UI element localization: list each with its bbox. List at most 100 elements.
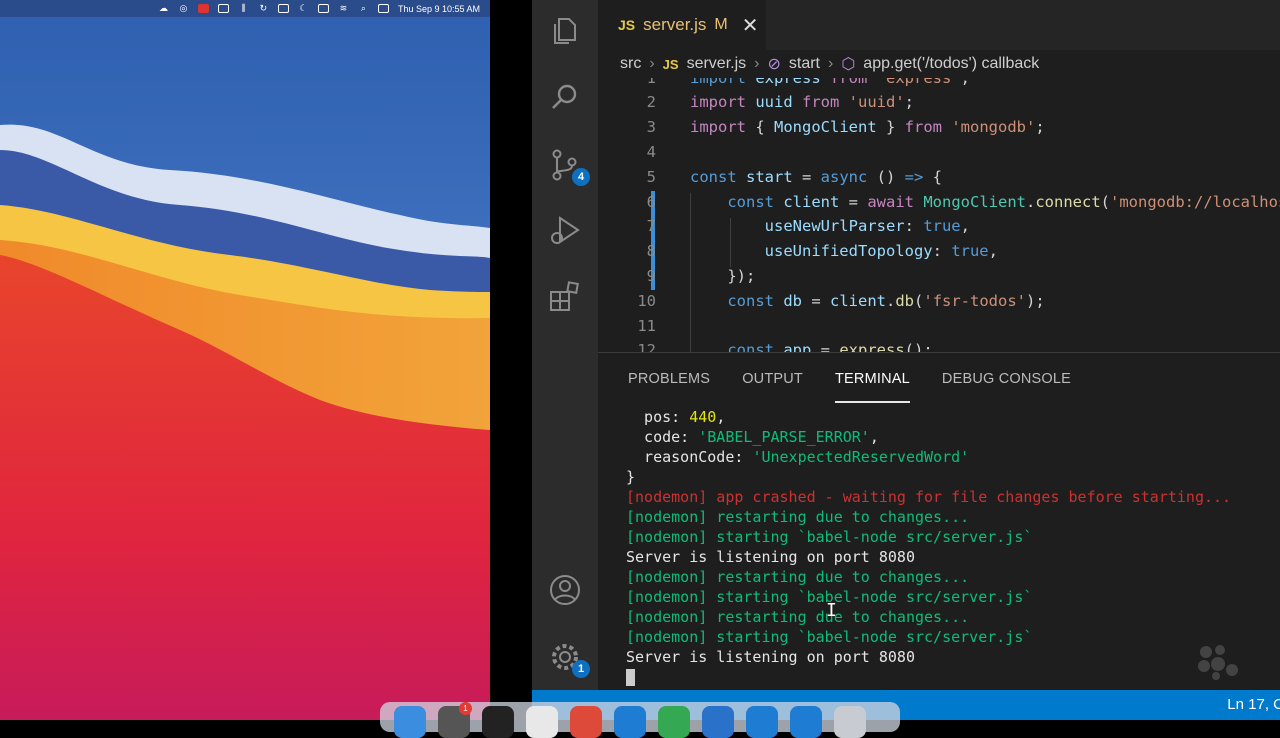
- terminal-prompt-line[interactable]: [626, 667, 1280, 687]
- keyboard-icon[interactable]: [277, 4, 289, 13]
- xcode-icon[interactable]: [702, 706, 734, 738]
- run-debug-icon[interactable]: [548, 214, 582, 248]
- terminal-text: [nodemon] restarting due to changes...: [626, 608, 970, 626]
- record-icon[interactable]: [197, 4, 209, 13]
- tab-output[interactable]: OUTPUT: [742, 367, 803, 403]
- terminal-text: ,: [869, 428, 879, 446]
- code-token: =: [820, 341, 840, 352]
- tab-server-js[interactable]: JS server.js M ✕: [598, 0, 766, 50]
- line-number: 2: [646, 93, 656, 112]
- slack-icon[interactable]: [526, 706, 558, 738]
- code-token: .: [1025, 192, 1036, 211]
- vscode-insiders-icon[interactable]: [746, 706, 778, 738]
- battery-icon[interactable]: [317, 4, 329, 13]
- wifi-icon[interactable]: ≋: [338, 3, 349, 13]
- line-number: 5: [646, 167, 656, 186]
- terminal-line: [nodemon] starting `babel-node src/serve…: [626, 627, 1280, 647]
- audio-icon[interactable]: ⫼: [238, 3, 249, 13]
- cloud-icon[interactable]: ☁: [158, 3, 169, 13]
- breadcrumb-symbol-callback[interactable]: app.get('/todos') callback: [863, 55, 1039, 73]
- moon-icon[interactable]: ☾: [298, 3, 309, 13]
- close-icon[interactable]: ✕: [742, 13, 759, 38]
- terminal-line: [nodemon] app crashed - waiting for file…: [626, 487, 1280, 507]
- code-token: import: [690, 118, 756, 137]
- account-icon[interactable]: [548, 573, 582, 607]
- code-token: {: [932, 167, 943, 186]
- breadcrumb-folder[interactable]: src: [620, 55, 641, 73]
- code-editor[interactable]: 1 import express from 'express'; 2 import u…: [598, 78, 1280, 352]
- code-token: ;: [1035, 118, 1045, 137]
- code-line[interactable]: 6 const client = await MongoClient.conne…: [598, 189, 1280, 214]
- sheets-icon[interactable]: [658, 706, 690, 738]
- trash-icon[interactable]: [834, 706, 866, 738]
- explorer-icon[interactable]: [548, 14, 582, 48]
- code-line[interactable]: 3 import { MongoClient } from 'mongodb';: [598, 115, 1280, 140]
- code-line[interactable]: 4: [598, 139, 1280, 164]
- code-token: 'express': [877, 78, 961, 87]
- code-token: import: [690, 93, 756, 112]
- code-token: (): [876, 167, 905, 186]
- terminal-text: pos:: [626, 408, 690, 426]
- code-line[interactable]: 1 import express from 'express';: [598, 78, 1280, 90]
- terminal-output[interactable]: pos: 440, code: 'BABEL_PARSE_ERROR', rea…: [626, 407, 1280, 690]
- code-token: 'mongodb://localhost:27017': [1110, 192, 1280, 211]
- cursor-position[interactable]: Ln 17, C: [1227, 696, 1280, 713]
- line-number: 7: [646, 217, 656, 236]
- code-line[interactable]: 2 import uuid from 'uuid';: [598, 90, 1280, 115]
- terminal-text: 'UnexpectedReservedWord': [752, 448, 970, 466]
- github-icon[interactable]: [482, 706, 514, 738]
- code-token: (: [1100, 192, 1110, 211]
- line-number: 10: [637, 291, 656, 310]
- source-control-icon[interactable]: 4: [548, 148, 590, 186]
- breadcrumb-file[interactable]: server.js: [687, 55, 747, 73]
- code-line[interactable]: 8 useUnifiedTopology: true,: [598, 239, 1280, 264]
- line-number: 9: [646, 266, 656, 285]
- system-preferences-icon[interactable]: 1: [438, 702, 472, 738]
- breadcrumb-symbol-start[interactable]: start: [789, 55, 820, 73]
- tab-terminal[interactable]: TERMINAL: [835, 367, 910, 403]
- chrome-icon[interactable]: [570, 706, 602, 738]
- search-icon[interactable]: [548, 80, 582, 114]
- focus-icon[interactable]: ◎: [178, 3, 189, 13]
- code-token: const: [727, 341, 784, 352]
- terminal-text: }: [626, 468, 636, 486]
- code-token: const: [727, 192, 784, 211]
- tab-debug-console[interactable]: DEBUG CONSOLE: [942, 367, 1071, 403]
- code-line[interactable]: 7 useNewUrlParser: true,: [598, 214, 1280, 239]
- code-token: ,: [960, 217, 970, 236]
- code-line[interactable]: 12 const app = express();: [598, 338, 1280, 352]
- code-text: const app = express();: [690, 341, 932, 352]
- vscode-icon[interactable]: [614, 706, 646, 738]
- terminal-line: Server is listening on port 8080: [626, 647, 1280, 667]
- terminal-line: Server is listening on port 8080: [626, 547, 1280, 567]
- code-line[interactable]: 9 });: [598, 263, 1280, 288]
- menubar-clock[interactable]: Thu Sep 9 10:55 AM: [398, 4, 480, 14]
- code-token: 'uuid': [848, 93, 905, 112]
- macos-menubar: ☁ ◎ ⫼ ↻ ☾ ≋ ⌕ Thu Sep 9 10:55 AM: [0, 0, 490, 17]
- chevron-right-icon: ›: [754, 55, 760, 72]
- terminal-line: reasonCode: 'UnexpectedReservedWord': [626, 447, 1280, 467]
- code-token: MongoClient: [923, 192, 1026, 211]
- mouse-ibeam-cursor-icon: I: [826, 600, 837, 621]
- window-icon[interactable]: [217, 4, 229, 13]
- settings-gear-icon[interactable]: 1: [548, 640, 590, 678]
- terminal-text: [nodemon] starting `babel-node src/serve…: [626, 528, 1033, 546]
- extensions-icon[interactable]: [548, 280, 582, 314]
- code-token: import: [690, 78, 755, 87]
- vscode-alt-icon[interactable]: [790, 706, 822, 738]
- control-center-icon[interactable]: [377, 4, 389, 13]
- code-line[interactable]: 5 const start = async () => {: [598, 164, 1280, 189]
- tab-problems[interactable]: PROBLEMS: [628, 367, 710, 403]
- finder-icon[interactable]: [394, 706, 426, 738]
- macos-dock: 1: [380, 702, 900, 738]
- sync-icon[interactable]: ↻: [258, 3, 269, 13]
- js-file-icon: JS: [662, 56, 679, 72]
- code-line[interactable]: 11: [598, 313, 1280, 338]
- code-token: ;: [961, 78, 970, 87]
- code-token: client: [783, 192, 849, 211]
- code-line[interactable]: 10 const db = client.db('fsr-todos');: [598, 288, 1280, 313]
- code-token: from: [830, 78, 877, 87]
- search-icon[interactable]: ⌕: [358, 3, 369, 13]
